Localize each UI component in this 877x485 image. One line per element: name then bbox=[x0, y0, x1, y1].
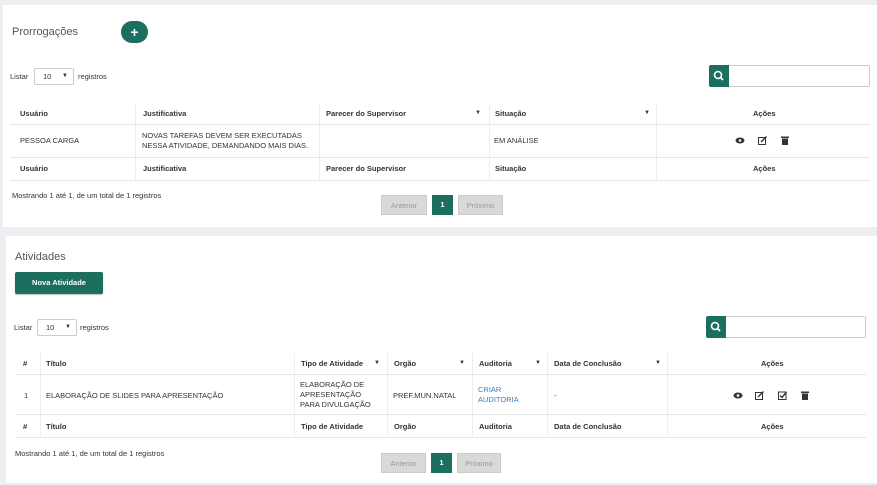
page-size-value: 10 bbox=[43, 72, 52, 81]
col-separator bbox=[319, 104, 320, 180]
col-num[interactable]: # bbox=[23, 359, 27, 368]
criar-auditoria-link[interactable]: CRIAR bbox=[478, 385, 501, 395]
col-separator bbox=[489, 104, 490, 180]
search-icon bbox=[713, 70, 724, 81]
col-situacao[interactable]: Situação bbox=[495, 109, 526, 118]
records-info: Mostrando 1 até 1, de um total de 1 regi… bbox=[15, 449, 165, 458]
foot-justificativa: Justificativa bbox=[143, 164, 187, 173]
page-size-select[interactable]: 10 ▼ bbox=[37, 319, 77, 336]
sort-down-icon[interactable]: ▼ bbox=[535, 360, 541, 366]
col-auditoria[interactable]: Auditoria bbox=[479, 359, 512, 368]
col-tipo[interactable]: Tipo de Atividade bbox=[301, 359, 363, 368]
sort-down-icon[interactable]: ▼ bbox=[644, 110, 650, 116]
foot-usuario: Usuário bbox=[20, 164, 48, 173]
prorrogacoes-panel: Prorrogações + Listar 10 ▼ registros Usu… bbox=[3, 5, 877, 227]
cell-tipo-line2: APRESENTAÇÃO bbox=[300, 390, 362, 399]
foot-titulo: Título bbox=[46, 422, 67, 431]
add-prorrogacao-button[interactable]: + bbox=[121, 21, 148, 43]
search-input[interactable] bbox=[729, 65, 870, 87]
search-button[interactable] bbox=[706, 316, 726, 338]
edit-icon[interactable] bbox=[758, 136, 767, 145]
listar-label: Listar bbox=[14, 323, 33, 332]
sort-down-icon[interactable]: ▼ bbox=[655, 360, 661, 366]
foot-num: # bbox=[23, 422, 28, 431]
col-separator bbox=[656, 104, 657, 180]
col-titulo[interactable]: Título bbox=[46, 359, 66, 368]
cell-tipo-line3: PARA DIVULGAÇÃO bbox=[300, 400, 371, 409]
registros-label: registros bbox=[80, 323, 109, 332]
cell-justificativa-line2: NESSA ATIVIDADE, DEMANDANDO MAIS DIAS. bbox=[142, 141, 309, 150]
chevron-down-icon: ▼ bbox=[62, 73, 68, 79]
col-orgao[interactable]: Orgão bbox=[394, 359, 416, 368]
eye-icon[interactable] bbox=[735, 137, 745, 144]
check-icon[interactable] bbox=[778, 391, 787, 400]
cell-tipo-line1: ELABORAÇÃO DE bbox=[300, 380, 365, 389]
eye-icon[interactable] bbox=[733, 392, 743, 399]
col-justificativa[interactable]: Justificativa bbox=[143, 109, 186, 118]
page-size-select[interactable]: 10 ▼ bbox=[34, 68, 74, 85]
divider bbox=[10, 124, 870, 125]
foot-situacao: Situação bbox=[495, 164, 527, 173]
atividades-panel: Atividades Nova Atividade Listar 10 ▼ re… bbox=[6, 236, 877, 483]
nova-atividade-button[interactable]: Nova Atividade bbox=[15, 272, 103, 294]
col-acoes: Ações bbox=[753, 109, 776, 118]
sort-down-icon[interactable]: ▼ bbox=[475, 110, 481, 116]
trash-icon[interactable] bbox=[801, 391, 809, 400]
foot-acoes: Ações bbox=[753, 164, 776, 173]
cell-situacao: EM ANÁLISE bbox=[494, 136, 539, 145]
criar-auditoria-link-line2[interactable]: AUDITORIA bbox=[478, 395, 519, 405]
sort-down-icon[interactable]: ▼ bbox=[459, 360, 465, 366]
divider bbox=[15, 437, 866, 438]
col-separator bbox=[387, 353, 388, 437]
col-separator bbox=[472, 353, 473, 437]
divider bbox=[15, 374, 866, 375]
search-icon bbox=[710, 321, 721, 332]
trash-icon[interactable] bbox=[781, 136, 789, 145]
foot-data: Data de Conclusão bbox=[554, 422, 622, 431]
col-separator bbox=[294, 353, 295, 437]
next-page-button[interactable]: Próximo bbox=[458, 195, 503, 215]
sort-down-icon[interactable]: ▼ bbox=[374, 360, 380, 366]
col-separator bbox=[547, 353, 548, 437]
page-1-button[interactable]: 1 bbox=[432, 195, 453, 215]
records-info: Mostrando 1 até 1, de um total de 1 regi… bbox=[12, 191, 162, 200]
col-acoes: Ações bbox=[761, 359, 784, 368]
prorrogacoes-title: Prorrogações bbox=[12, 26, 79, 38]
cell-orgao: PREF.MUN.NATAL bbox=[393, 391, 457, 400]
col-usuario[interactable]: Usuário bbox=[20, 109, 48, 118]
cell-data: - bbox=[554, 391, 557, 400]
foot-tipo: Tipo de Atividade bbox=[301, 422, 364, 431]
foot-parecer: Parecer do Supervisor bbox=[326, 164, 407, 173]
chevron-down-icon: ▼ bbox=[65, 324, 71, 330]
listar-label: Listar bbox=[10, 72, 29, 81]
divider bbox=[10, 180, 870, 181]
col-separator bbox=[40, 353, 41, 437]
page-size-value: 10 bbox=[46, 323, 55, 332]
col-parecer[interactable]: Parecer do Supervisor bbox=[326, 109, 406, 118]
cell-justificativa-line1: NOVAS TAREFAS DEVEM SER EXECUTADAS bbox=[142, 131, 302, 140]
cell-usuario: PESSOA CARGA bbox=[20, 136, 80, 145]
prev-page-button[interactable]: Anterior bbox=[381, 453, 426, 473]
search-input[interactable] bbox=[726, 316, 866, 338]
divider bbox=[15, 414, 866, 415]
divider bbox=[10, 157, 870, 158]
col-data[interactable]: Data de Conclusão bbox=[554, 359, 622, 368]
foot-auditoria: Auditoria bbox=[479, 422, 512, 431]
next-page-button[interactable]: Próximo bbox=[457, 453, 501, 473]
col-separator bbox=[135, 104, 136, 180]
atividades-title: Atividades bbox=[15, 251, 66, 263]
col-separator bbox=[667, 353, 668, 437]
edit-icon[interactable] bbox=[755, 391, 764, 400]
search-button[interactable] bbox=[709, 65, 729, 87]
cell-titulo: ELABORAÇÃO DE SLIDES PARA APRESENTAÇÃO bbox=[46, 391, 224, 400]
registros-label: registros bbox=[78, 72, 107, 81]
foot-acoes: Ações bbox=[761, 422, 784, 431]
cell-num: 1 bbox=[24, 391, 29, 400]
page-1-button[interactable]: 1 bbox=[431, 453, 452, 473]
prev-page-button[interactable]: Anterior bbox=[381, 195, 427, 215]
foot-orgao: Orgão bbox=[394, 422, 417, 431]
